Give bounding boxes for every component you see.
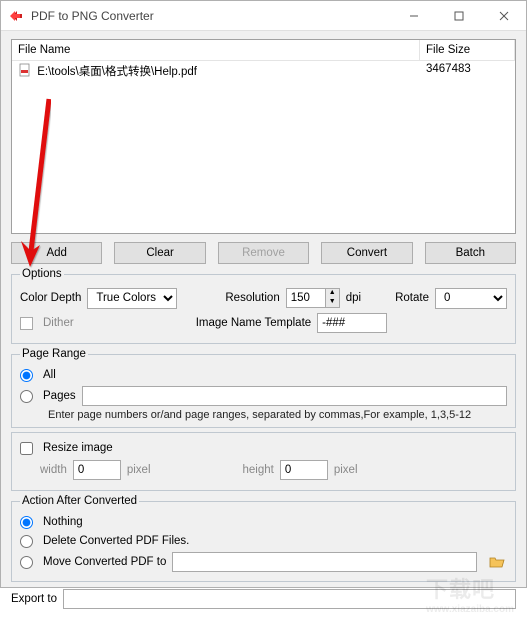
table-header: File Name File Size xyxy=(12,40,515,61)
options-legend: Options xyxy=(20,268,64,280)
resize-width-unit: pixel xyxy=(127,464,151,476)
action-move-radio[interactable] xyxy=(20,556,33,569)
options-group: Options Color Depth True Colors Resoluti… xyxy=(11,268,516,344)
resize-width-label: width xyxy=(40,464,67,476)
col-header-size[interactable]: File Size xyxy=(420,40,515,60)
folder-browse-icon[interactable] xyxy=(487,553,507,571)
page-range-legend: Page Range xyxy=(20,348,88,360)
convert-button[interactable]: Convert xyxy=(321,242,412,264)
image-name-template-input[interactable] xyxy=(317,313,387,333)
maximize-button[interactable] xyxy=(436,1,481,31)
rotate-label: Rotate xyxy=(395,292,429,304)
titlebar: PDF to PNG Converter xyxy=(1,1,526,31)
action-move-label: Move Converted PDF to xyxy=(43,556,166,568)
color-depth-select[interactable]: True Colors xyxy=(87,288,177,309)
col-header-name[interactable]: File Name xyxy=(12,40,420,60)
resize-height-input[interactable] xyxy=(280,460,328,480)
file-name-cell: E:\tools\桌面\格式转换\Help.pdf xyxy=(37,66,197,78)
export-to-input[interactable] xyxy=(63,589,516,609)
resize-height-label: height xyxy=(243,464,274,476)
resolution-label: Resolution xyxy=(225,292,279,304)
image-name-template-label: Image Name Template xyxy=(196,317,311,329)
batch-button[interactable]: Batch xyxy=(425,242,516,264)
resize-label: Resize image xyxy=(43,442,113,454)
resolution-input[interactable] xyxy=(287,289,325,307)
action-button-row: Add Clear Remove Convert Batch xyxy=(11,242,516,264)
resize-width-input[interactable] xyxy=(73,460,121,480)
page-range-group: Page Range All Pages Enter page numbers … xyxy=(11,348,516,428)
file-size-cell: 3467483 xyxy=(420,61,515,81)
page-range-all-label: All xyxy=(43,369,56,381)
file-list-table[interactable]: File Name File Size E:\tools\桌面\格式转换\Hel… xyxy=(11,39,516,234)
action-delete-label: Delete Converted PDF Files. xyxy=(43,535,189,547)
app-window: PDF to PNG Converter File Name File Size… xyxy=(0,0,527,588)
window-title: PDF to PNG Converter xyxy=(31,9,391,23)
resolution-spin-buttons[interactable]: ▲▼ xyxy=(325,289,339,307)
app-icon xyxy=(9,8,25,24)
table-row[interactable]: E:\tools\桌面\格式转换\Help.pdf 3467483 xyxy=(12,61,515,81)
resize-checkbox[interactable] xyxy=(20,442,33,455)
action-move-path-input[interactable] xyxy=(172,552,477,572)
page-range-pages-label: Pages xyxy=(43,390,76,402)
resolution-spinner[interactable]: ▲▼ xyxy=(286,288,340,308)
page-range-all-radio[interactable] xyxy=(20,369,33,382)
close-button[interactable] xyxy=(481,1,526,31)
client-area: File Name File Size E:\tools\桌面\格式转换\Hel… xyxy=(1,31,526,623)
action-delete-radio[interactable] xyxy=(20,535,33,548)
action-nothing-radio[interactable] xyxy=(20,516,33,529)
color-depth-label: Color Depth xyxy=(20,292,81,304)
action-after-group: Action After Converted Nothing Delete Co… xyxy=(11,495,516,582)
dither-checkbox[interactable] xyxy=(20,317,33,330)
dither-label: Dither xyxy=(43,317,74,329)
remove-button[interactable]: Remove xyxy=(218,242,309,264)
clear-button[interactable]: Clear xyxy=(114,242,205,264)
action-after-legend: Action After Converted xyxy=(20,495,139,507)
export-to-label: Export to xyxy=(11,593,57,605)
resize-height-unit: pixel xyxy=(334,464,358,476)
action-nothing-label: Nothing xyxy=(43,516,83,528)
add-button[interactable]: Add xyxy=(11,242,102,264)
page-range-pages-radio[interactable] xyxy=(20,390,33,403)
minimize-button[interactable] xyxy=(391,1,436,31)
resize-group: Resize image width pixel height pixel xyxy=(11,432,516,491)
resolution-unit: dpi xyxy=(346,292,361,304)
rotate-select[interactable]: 0 xyxy=(435,288,507,309)
page-range-hint: Enter page numbers or/and page ranges, s… xyxy=(48,409,507,421)
pdf-file-icon xyxy=(18,63,32,77)
page-range-pages-input[interactable] xyxy=(82,386,507,406)
